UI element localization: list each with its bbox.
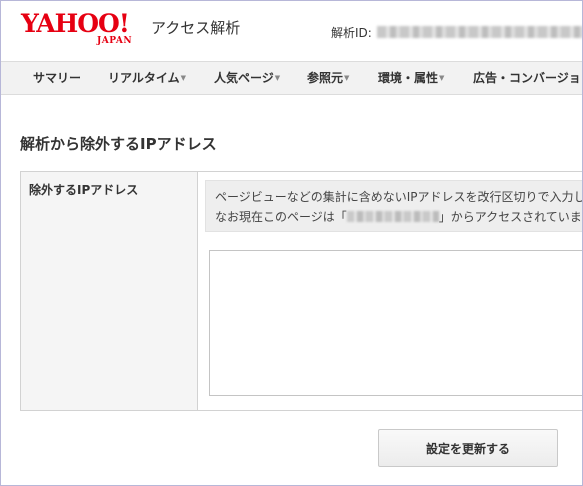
notice-prefix: なお現在このページは「 <box>215 210 347 224</box>
nav-item-realtime[interactable]: リアルタイム▼ <box>108 62 186 94</box>
logo-wordmark: YAHOO! <box>21 9 130 38</box>
nav-item-label: リアルタイム <box>108 71 180 85</box>
settings-panel: 除外するIPアドレス ページビューなどの集計に含めないIPアドレスを改行区切りで… <box>20 171 583 411</box>
nav-item-label: 広告・コンバージョン <box>473 71 583 85</box>
header: YAHOO! JAPAN アクセス解析 解析ID: <box>1 1 582 59</box>
logo-subtext: JAPAN <box>97 36 133 46</box>
update-settings-button[interactable]: 設定を更新する <box>378 429 558 467</box>
field-label: 除外するIPアドレス <box>29 183 139 197</box>
analysis-id-label: 解析ID: <box>331 26 372 40</box>
chevron-down-icon: ▼ <box>344 74 350 82</box>
app-window: YAHOO! JAPAN アクセス解析 解析ID: サマリー リアルタイム▼ 人… <box>0 0 583 486</box>
nav-item-label: 人気ページ <box>214 71 274 85</box>
instruction-notice: ページビューなどの集計に含めないIPアドレスを改行区切りで入力して なお現在この… <box>205 180 583 232</box>
excluded-ip-textarea[interactable] <box>209 250 582 396</box>
main-nav: サマリー リアルタイム▼ 人気ページ▼ 参照元▼ 環境・属性▼ 広告・コンバージ… <box>1 61 583 95</box>
chevron-down-icon: ▼ <box>180 74 187 82</box>
nav-item-ads-conversion[interactable]: 広告・コンバージョン <box>473 62 583 94</box>
chevron-down-icon: ▼ <box>439 74 445 82</box>
page-title: 解析から除外するIPアドレス <box>20 135 217 153</box>
analysis-id-value-redacted <box>377 26 582 38</box>
notice-text: ページビューなどの集計に含めないIPアドレスを改行区切りで入力して <box>215 190 583 204</box>
current-ip-redacted <box>346 211 439 222</box>
nav-item-label: 環境・属性 <box>378 71 439 85</box>
notice-current-ip-text: なお現在このページは「 」からアクセスされています <box>215 208 583 225</box>
notice-suffix: 」からアクセスされています <box>438 210 583 224</box>
field-label-column: 除外するIPアドレス <box>21 172 198 410</box>
chevron-down-icon: ▼ <box>274 74 281 82</box>
nav-item-environment[interactable]: 環境・属性▼ <box>378 62 444 94</box>
app-title: アクセス解析 <box>151 19 241 37</box>
nav-item-referrers[interactable]: 参照元▼ <box>307 62 349 94</box>
nav-item-label: サマリー <box>33 71 82 85</box>
nav-item-popular-pages[interactable]: 人気ページ▼ <box>214 62 280 94</box>
nav-item-label: 参照元 <box>307 71 344 85</box>
yahoo-japan-logo[interactable]: YAHOO! JAPAN <box>21 9 147 49</box>
nav-item-summary[interactable]: サマリー <box>33 62 81 94</box>
